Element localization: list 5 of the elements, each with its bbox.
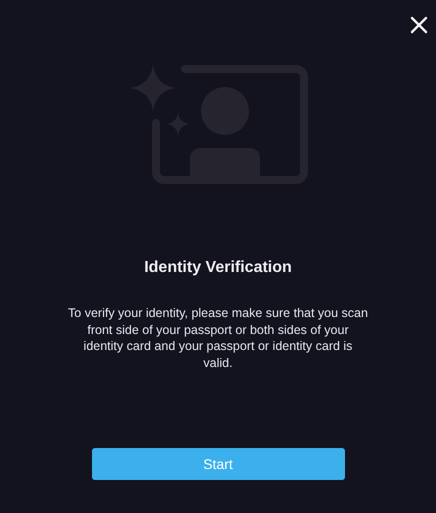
close-button[interactable]: [408, 14, 430, 36]
start-button[interactable]: Start: [92, 448, 344, 480]
instruction-text: To verify your identity, please make sure that you scan front side of your passport or both sides of your identity card and your passport or identity card is valid.: [68, 305, 368, 371]
dialog-title: Identity Verification: [144, 259, 292, 277]
close-icon: [410, 16, 428, 34]
